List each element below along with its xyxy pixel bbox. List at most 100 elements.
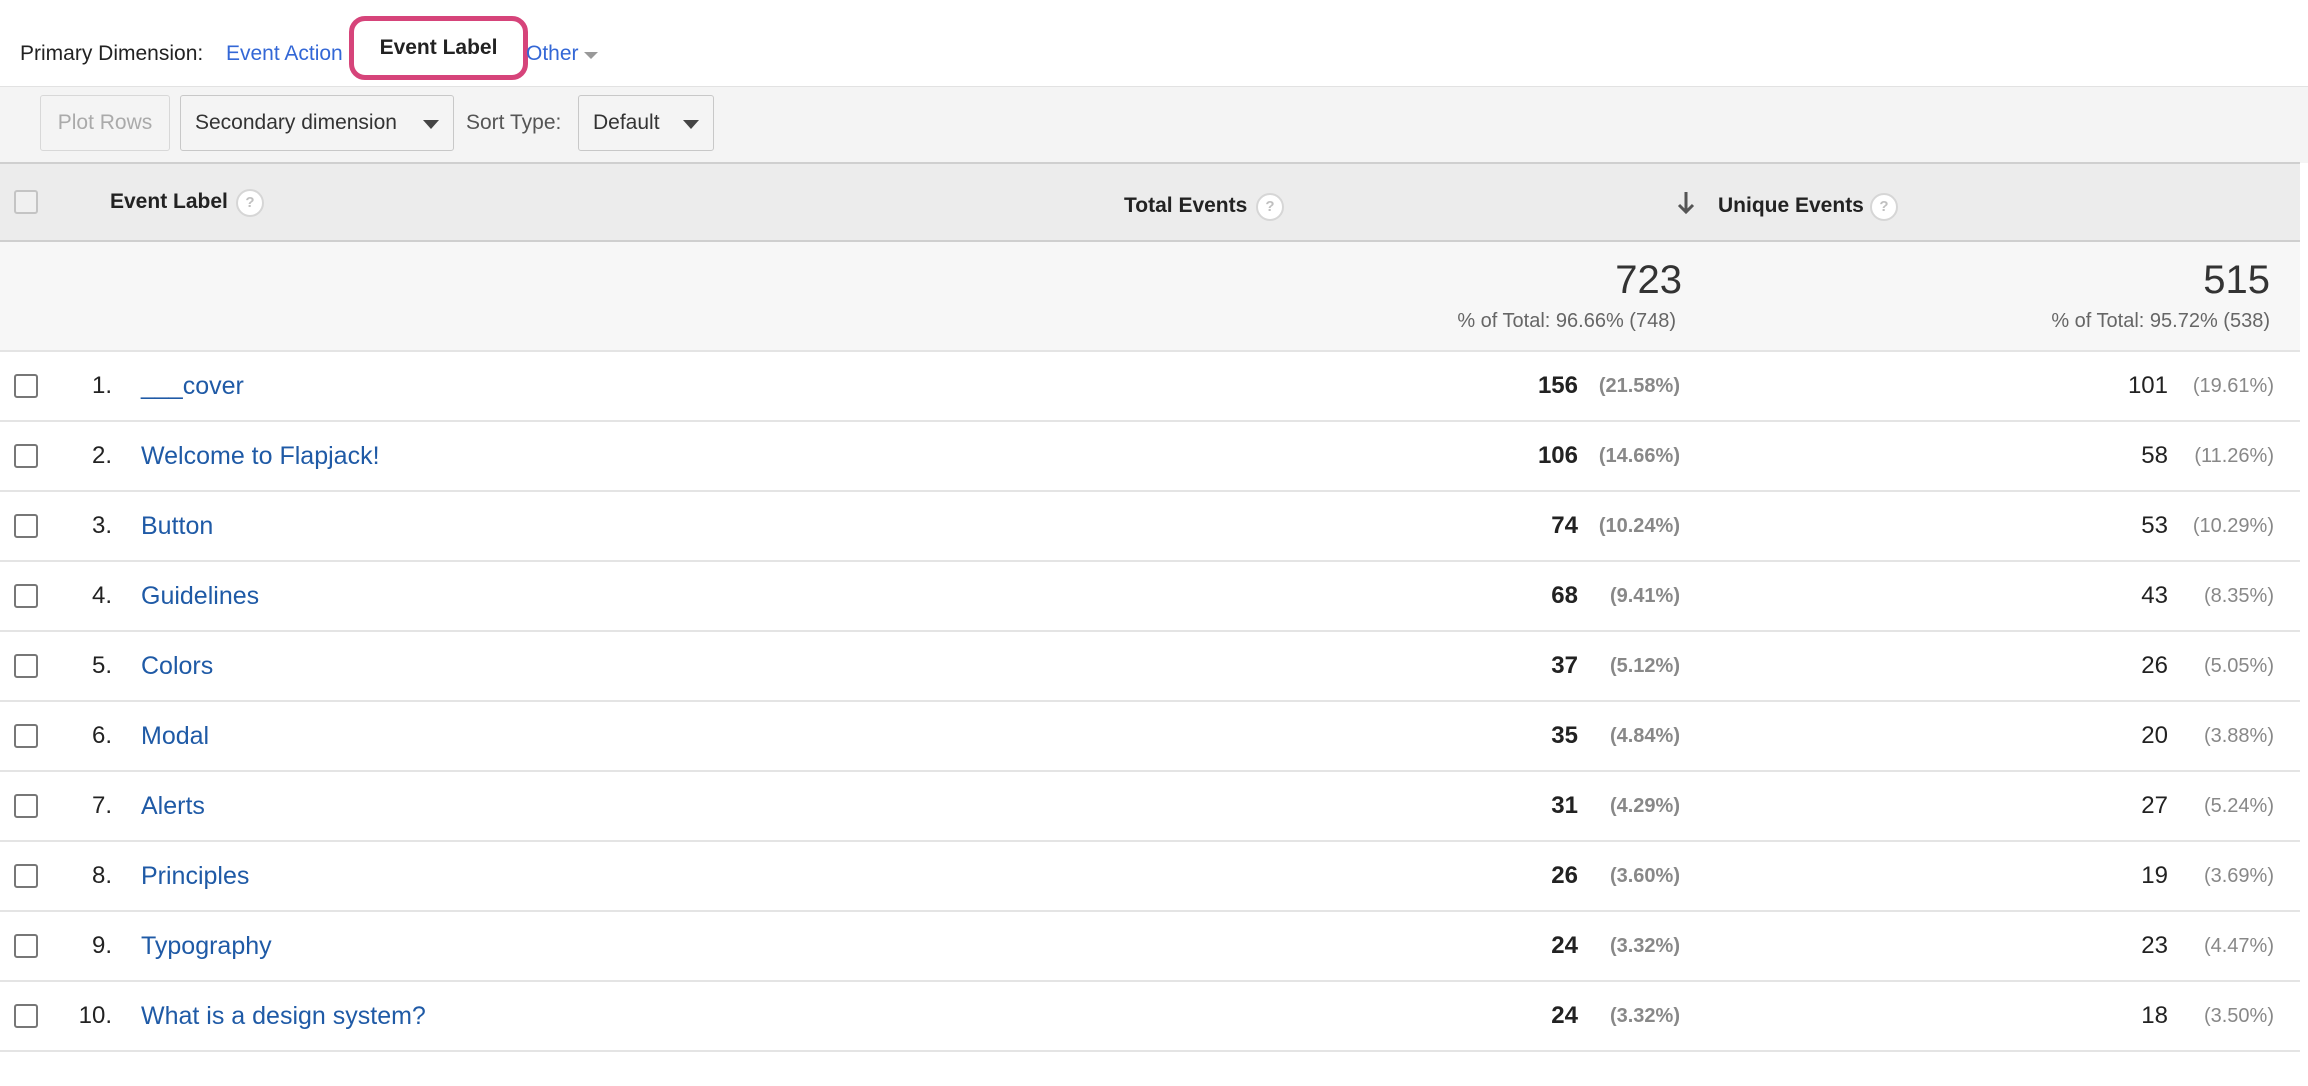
row-checkbox[interactable] (14, 864, 38, 888)
total-events-share: (4.84%) (1609, 725, 1680, 747)
help-circle-icon[interactable]: ? (1256, 193, 1284, 221)
unique-events-share: (3.69%) (2203, 865, 2274, 887)
event-label-link[interactable]: What is a design system? (141, 1002, 426, 1031)
row-checkbox[interactable] (14, 794, 38, 818)
total-events-share: (3.32%) (1609, 935, 1680, 957)
total-events-value: 37 (1551, 652, 1578, 679)
total-events-share: (9.41%) (1609, 585, 1680, 607)
unique-events-value: 101 (2127, 372, 2168, 399)
row-index: 9. (91, 932, 112, 959)
table-row: 9. Typography 24 (3.32%) 23 (4.47%) (0, 912, 2300, 982)
primary-dimension-bar: Primary Dimension: Event Action Event La… (0, 0, 2308, 86)
row-checkbox[interactable] (14, 654, 38, 678)
row-index: 10. (78, 1002, 112, 1029)
help-circle-icon[interactable]: ? (236, 189, 264, 217)
plot-rows-button[interactable]: Plot Rows (40, 95, 170, 151)
unique-events-value: 58 (2141, 442, 2168, 469)
total-events-value: 74 (1551, 512, 1578, 539)
event-label-link[interactable]: Guidelines (141, 582, 259, 611)
event-label-link[interactable]: Typography (141, 932, 272, 961)
unique-events-share: (10.29%) (2192, 515, 2274, 537)
event-label-link[interactable]: Button (141, 512, 213, 541)
primary-dimension-label: Primary Dimension: (20, 42, 204, 65)
total-events-value: 26 (1551, 862, 1578, 889)
event-label-link[interactable]: Alerts (141, 792, 205, 821)
total-events-value: 35 (1551, 722, 1578, 749)
column-header-total-events[interactable]: Total Events (1124, 194, 1247, 218)
table-toolbar: Plot Rows Secondary dimension Sort Type:… (0, 86, 2308, 163)
unique-events-share: (19.61%) (2192, 375, 2274, 397)
unique-events-share: (3.50%) (2203, 1005, 2274, 1027)
unique-events-share: (4.47%) (2203, 935, 2274, 957)
row-checkbox[interactable] (14, 724, 38, 748)
row-checkbox[interactable] (14, 514, 38, 538)
row-index: 4. (91, 582, 112, 609)
dimension-event-action-link[interactable]: Event Action (226, 42, 343, 66)
event-label-link[interactable]: Principles (141, 862, 249, 891)
data-table: Event Label ? Total Events ? Unique Even… (0, 162, 2300, 1052)
table-row: 3. Button 74 (10.24%) 53 (10.29%) (0, 492, 2300, 562)
total-events-value: 106 (1537, 442, 1578, 469)
select-all-checkbox[interactable] (14, 190, 38, 214)
row-index: 6. (91, 722, 112, 749)
unique-events-value: 27 (2141, 792, 2168, 819)
event-label-link[interactable]: Colors (141, 652, 213, 681)
table-row: 2. Welcome to Flapjack! 106 (14.66%) 58 … (0, 422, 2300, 492)
row-checkbox[interactable] (14, 1004, 38, 1028)
row-checkbox[interactable] (14, 934, 38, 958)
table-row: 7. Alerts 31 (4.29%) 27 (5.24%) (0, 772, 2300, 842)
event-label-link[interactable]: Modal (141, 722, 209, 751)
table-row: 6. Modal 35 (4.84%) 20 (3.88%) (0, 702, 2300, 772)
unique-events-value: 20 (2141, 722, 2168, 749)
unique-events-sum: 515 (2203, 258, 2270, 302)
table-header-row: Event Label ? Total Events ? Unique Even… (0, 164, 2300, 242)
dimension-event-label-active[interactable]: Event Label (380, 36, 498, 60)
dimension-event-label-highlight[interactable]: Event Label (349, 16, 528, 80)
total-events-value: 24 (1551, 932, 1578, 959)
unique-events-value: 26 (2141, 652, 2168, 679)
secondary-dimension-label: Secondary dimension (195, 111, 397, 134)
totals-row: 723 % of Total: 96.66% (748) 515 % of To… (0, 242, 2300, 352)
unique-events-value: 53 (2141, 512, 2168, 539)
arrow-down-icon[interactable] (1676, 190, 1696, 216)
total-events-share: (3.32%) (1609, 1005, 1680, 1027)
column-header-unique-events[interactable]: Unique Events (1718, 194, 1864, 218)
table-row: 1. ___cover 156 (21.58%) 101 (19.61%) (0, 352, 2300, 422)
total-events-share: (3.60%) (1609, 865, 1680, 887)
unique-events-percent: % of Total: 95.72% (538) (2051, 310, 2270, 332)
help-circle-icon[interactable]: ? (1870, 193, 1898, 221)
column-header-event-label[interactable]: Event Label (110, 190, 228, 214)
table-row: 4. Guidelines 68 (9.41%) 43 (8.35%) (0, 562, 2300, 632)
total-events-share: (21.58%) (1598, 375, 1680, 397)
unique-events-share: (5.24%) (2203, 795, 2274, 817)
event-label-link[interactable]: ___cover (141, 372, 244, 401)
sort-type-label: Sort Type: (466, 111, 562, 134)
total-events-share: (4.29%) (1609, 795, 1680, 817)
dimension-other-link[interactable]: Other (526, 42, 579, 66)
total-events-value: 31 (1551, 792, 1578, 819)
row-checkbox[interactable] (14, 584, 38, 608)
sort-type-dropdown[interactable]: Default (578, 95, 714, 151)
unique-events-value: 43 (2141, 582, 2168, 609)
caret-down-icon (683, 120, 699, 129)
table-row: 8. Principles 26 (3.60%) 19 (3.69%) (0, 842, 2300, 912)
total-events-share: (5.12%) (1609, 655, 1680, 677)
unique-events-value: 18 (2141, 1002, 2168, 1029)
unique-events-value: 19 (2141, 862, 2168, 889)
total-events-value: 156 (1537, 372, 1578, 399)
total-events-share: (10.24%) (1598, 515, 1680, 537)
unique-events-share: (5.05%) (2203, 655, 2274, 677)
unique-events-share: (3.88%) (2203, 725, 2274, 747)
caret-down-icon (423, 120, 439, 129)
total-events-sum: 723 (1615, 258, 1682, 302)
caret-down-icon[interactable] (584, 52, 598, 59)
total-events-value: 24 (1551, 1002, 1578, 1029)
total-events-value: 68 (1551, 582, 1578, 609)
row-checkbox[interactable] (14, 374, 38, 398)
event-label-link[interactable]: Welcome to Flapjack! (141, 442, 380, 471)
sort-type-value: Default (593, 111, 660, 134)
table-row: 10. What is a design system? 24 (3.32%) … (0, 982, 2300, 1052)
row-index: 5. (91, 652, 112, 679)
secondary-dimension-dropdown[interactable]: Secondary dimension (180, 95, 454, 151)
row-checkbox[interactable] (14, 444, 38, 468)
